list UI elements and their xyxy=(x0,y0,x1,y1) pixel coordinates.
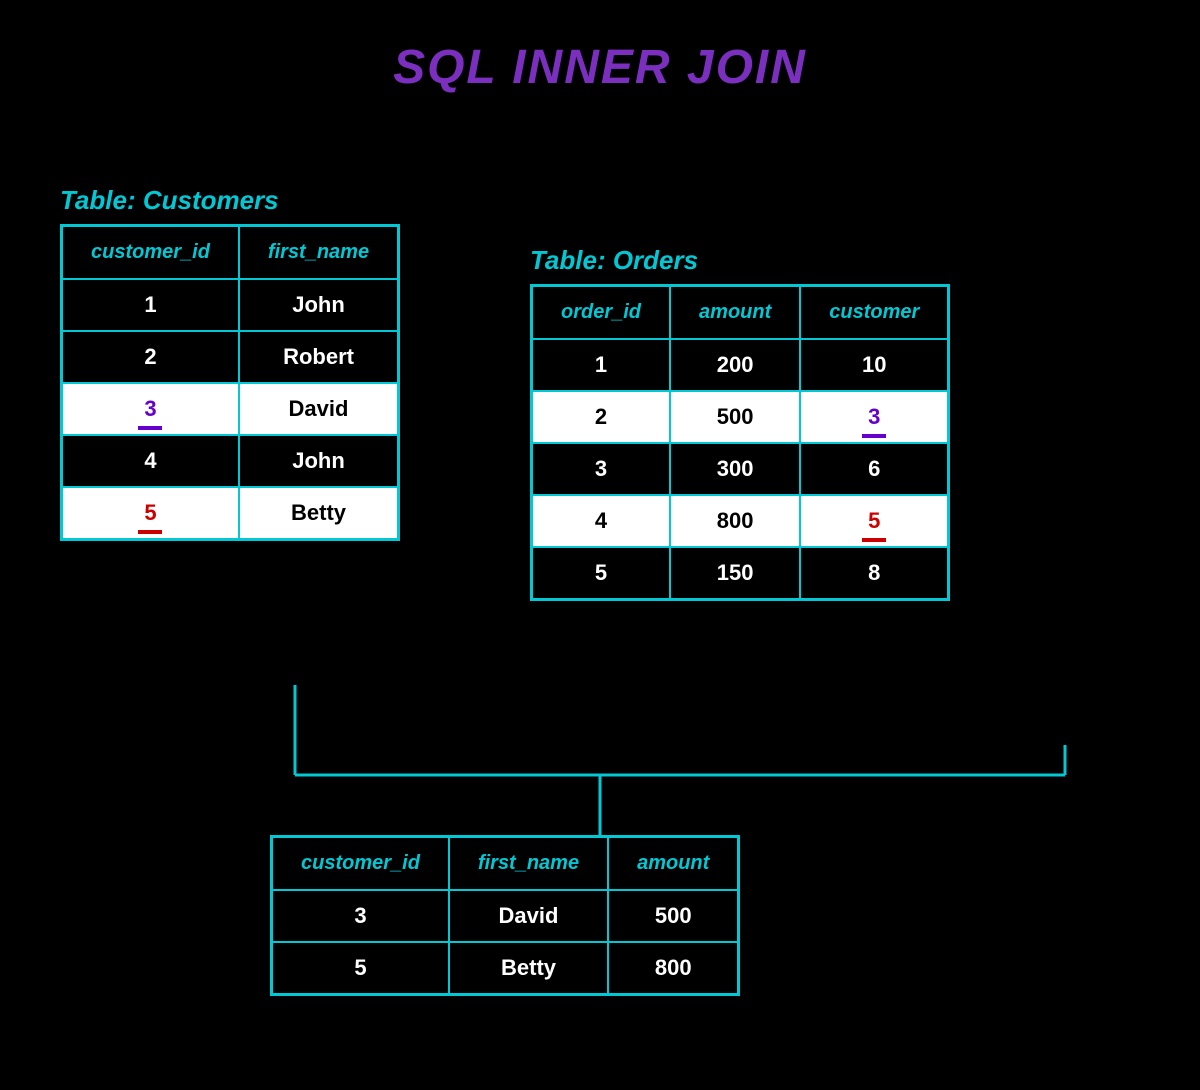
cell: 3 xyxy=(532,443,671,495)
result-col-amount: amount xyxy=(608,837,739,891)
table-row: 5 150 8 xyxy=(532,547,949,600)
cell: 8 xyxy=(800,547,949,600)
result-table: customer_id first_name amount 3 David 50… xyxy=(270,835,740,996)
table-row: 5 Betty 800 xyxy=(272,942,739,995)
cell: 2 xyxy=(62,331,239,383)
cell: David xyxy=(239,383,399,435)
table-row: 1 John xyxy=(62,279,399,331)
customers-table: customer_id first_name 1 John 2 Robert 3… xyxy=(60,224,400,541)
cell-special: 3 xyxy=(62,383,239,435)
customers-table-label: Table: Customers xyxy=(60,185,400,216)
cell: 5 xyxy=(272,942,449,995)
cell: David xyxy=(449,890,608,942)
page-title: SQL INNER JOIN xyxy=(0,0,1200,95)
customers-table-wrapper: Table: Customers customer_id first_name … xyxy=(60,185,400,541)
result-table-wrapper: customer_id first_name amount 3 David 50… xyxy=(270,835,740,996)
cell: Betty xyxy=(449,942,608,995)
result-col-name: first_name xyxy=(449,837,608,891)
orders-col-id: order_id xyxy=(532,286,671,340)
cell: John xyxy=(239,279,399,331)
cell: 5 xyxy=(532,547,671,600)
cell: 150 xyxy=(670,547,800,600)
table-row: 3 300 6 xyxy=(532,443,949,495)
cell: 800 xyxy=(608,942,739,995)
diagram-container: Table: Customers customer_id first_name … xyxy=(0,125,1200,1025)
table-row: 3 David 500 xyxy=(272,890,739,942)
cell: 1 xyxy=(62,279,239,331)
orders-col-customer: customer xyxy=(800,286,949,340)
table-row-highlight-purple: 3 David xyxy=(62,383,399,435)
cell-special: 3 xyxy=(800,391,949,443)
cell: 2 xyxy=(532,391,671,443)
result-col-id: customer_id xyxy=(272,837,449,891)
cell: 500 xyxy=(670,391,800,443)
cell: 4 xyxy=(532,495,671,547)
cell: 300 xyxy=(670,443,800,495)
customers-col-name: first_name xyxy=(239,226,399,280)
cell: Robert xyxy=(239,331,399,383)
cell-special: 5 xyxy=(62,487,239,540)
orders-table: order_id amount customer 1 200 10 2 500 … xyxy=(530,284,950,601)
cell: John xyxy=(239,435,399,487)
orders-table-label: Table: Orders xyxy=(530,245,950,276)
orders-col-amount: amount xyxy=(670,286,800,340)
cell: 10 xyxy=(800,339,949,391)
customers-col-id: customer_id xyxy=(62,226,239,280)
cell-special: 5 xyxy=(800,495,949,547)
cell: 800 xyxy=(670,495,800,547)
cell: Betty xyxy=(239,487,399,540)
table-row: 2 Robert xyxy=(62,331,399,383)
table-row-highlight-red: 4 800 5 xyxy=(532,495,949,547)
table-row: 1 200 10 xyxy=(532,339,949,391)
cell: 500 xyxy=(608,890,739,942)
cell: 4 xyxy=(62,435,239,487)
table-row-highlight-red: 5 Betty xyxy=(62,487,399,540)
cell: 3 xyxy=(272,890,449,942)
cell: 200 xyxy=(670,339,800,391)
orders-table-wrapper: Table: Orders order_id amount customer 1… xyxy=(530,245,950,601)
cell: 1 xyxy=(532,339,671,391)
cell: 6 xyxy=(800,443,949,495)
table-row-highlight-purple: 2 500 3 xyxy=(532,391,949,443)
table-row: 4 John xyxy=(62,435,399,487)
